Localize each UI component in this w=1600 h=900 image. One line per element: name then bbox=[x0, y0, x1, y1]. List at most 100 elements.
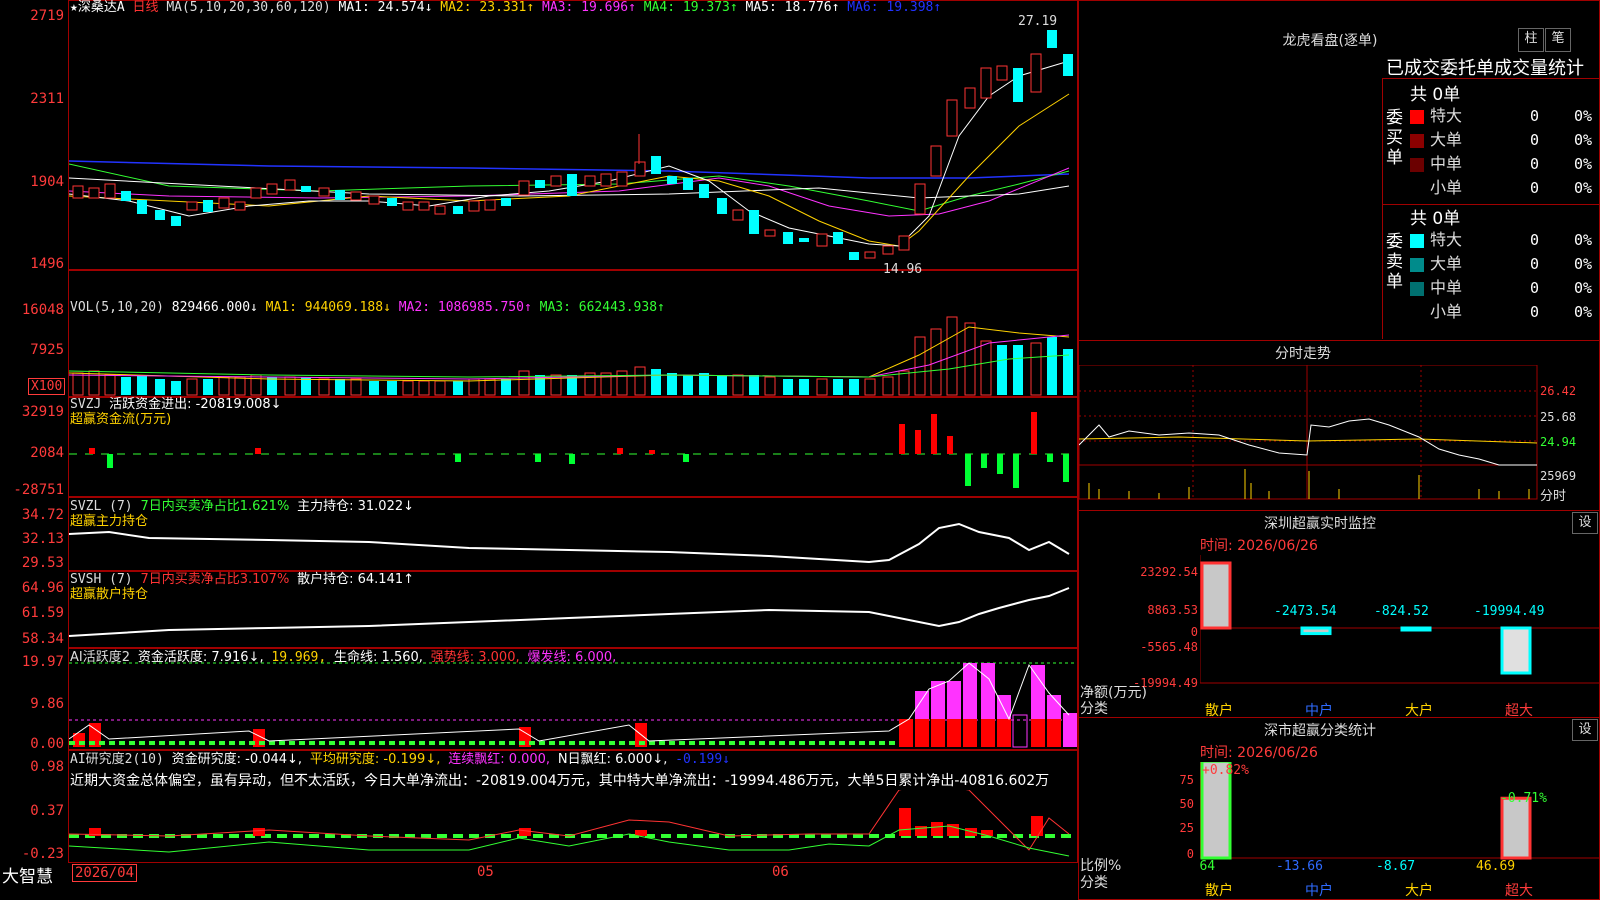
monitor-chart[interactable]: 23292.54 -2473.54 -824.52 -19994.49 bbox=[1200, 555, 1600, 700]
stats-category: 超大 bbox=[1505, 883, 1533, 899]
brand-logo[interactable]: 大智慧 bbox=[2, 862, 53, 887]
buy-s-swatch bbox=[1410, 181, 1424, 196]
price-axis-label: 1496 bbox=[30, 256, 64, 272]
volume-chart[interactable] bbox=[69, 315, 1077, 396]
monitor-time: 时间: 2026/06/26 bbox=[1200, 538, 1318, 554]
monitor-settings-button[interactable]: 设 bbox=[1572, 512, 1598, 534]
buy-pcts: 0% 0% 0% 0% bbox=[1574, 107, 1593, 197]
vol-ma1: MA1: 944069.188↓ bbox=[265, 300, 391, 315]
buy-l-swatch bbox=[1410, 133, 1424, 148]
sell-xl-swatch bbox=[1410, 233, 1424, 248]
bar-value-label: -19994.49 bbox=[1474, 604, 1544, 619]
intraday-volume-bars bbox=[1088, 469, 1530, 499]
research-avg: 平均研究度: -0.199↓, bbox=[309, 752, 441, 767]
ma2-value: MA2: 23.331↑ bbox=[440, 0, 535, 15]
vol-title: VOL(5,10,20) bbox=[70, 300, 164, 315]
stats-chart[interactable]: 75.64 -13.66 -8.67 46.69 bbox=[1200, 762, 1600, 874]
research-red-streak: 连续飘红: 0.000, bbox=[448, 752, 551, 767]
research-extra: -0.199↓ bbox=[675, 752, 730, 767]
stats-axis-label: 0 bbox=[1186, 847, 1194, 861]
ai-axis-label: 19.97 bbox=[21, 654, 64, 670]
svzj-chart[interactable] bbox=[69, 398, 1077, 496]
buy-total: 共 0单 bbox=[1410, 85, 1461, 105]
svzl-chart[interactable] bbox=[69, 498, 1077, 570]
ai-axis-label: 9.86 bbox=[30, 696, 64, 712]
dragon-tiger-title: 龙虎看盘(逐单) bbox=[1282, 33, 1378, 49]
stock-name[interactable]: ★深桑达A bbox=[70, 0, 125, 15]
price-axis-label: 2311 bbox=[30, 91, 64, 107]
intraday-divider bbox=[1078, 340, 1600, 341]
intraday-chart[interactable] bbox=[1079, 365, 1599, 500]
stats-xname: 分类 bbox=[1080, 875, 1108, 891]
sell-row-m[interactable]: 中单 bbox=[1410, 276, 1462, 300]
ai-activity-chart[interactable] bbox=[69, 649, 1077, 749]
price-axis-label: 1904 bbox=[30, 174, 64, 190]
svsh-axis-label: 64.96 bbox=[21, 580, 64, 596]
bar-value-label: -824.52 bbox=[1374, 604, 1429, 619]
bar-超大 bbox=[1500, 626, 1532, 675]
monitor-axis-label: 0 bbox=[1190, 625, 1198, 639]
bar-value-label: -2473.54 bbox=[1274, 604, 1337, 619]
buy-row-s[interactable]: 小单 bbox=[1410, 176, 1462, 200]
stats-category: 中户 bbox=[1305, 883, 1333, 899]
monitor-axis-label: -5565.48 bbox=[1140, 640, 1198, 654]
ma5-value: MA5: 18.776↑ bbox=[745, 0, 840, 15]
vol-unit-label[interactable]: X100 bbox=[28, 378, 66, 395]
stats-top-label: +0.82% bbox=[1202, 763, 1249, 778]
stats-bar-labels: 75.64 -13.66 -8.67 46.69 bbox=[1200, 859, 1515, 874]
research-axis-label: 0.37 bbox=[30, 803, 64, 819]
research-chart[interactable] bbox=[69, 790, 1077, 862]
svzl-line bbox=[69, 522, 1070, 564]
buy-row-m[interactable]: 中单 bbox=[1410, 152, 1462, 176]
sell-row-s[interactable]: 小单 bbox=[1410, 300, 1462, 324]
vol-header: VOL(5,10,20) 829466.000↓ MA1: 944069.188… bbox=[70, 300, 665, 316]
stats-axis-label: 25 bbox=[1179, 821, 1194, 835]
ma-title: MA(5,10,20,30,60,120) bbox=[166, 0, 331, 15]
period-label[interactable]: 日线 bbox=[132, 0, 158, 15]
intraday-axis-label: 25.68 bbox=[1540, 410, 1577, 424]
svzl-axis-label: 29.53 bbox=[21, 555, 64, 571]
bar-超大 bbox=[1500, 796, 1532, 860]
stats-time: 时间: 2026/06/26 bbox=[1200, 745, 1318, 761]
buy-counts: 0 0 0 0 bbox=[1530, 107, 1540, 197]
vol-ma2: MA2: 1086985.750↑ bbox=[398, 300, 532, 315]
research-axis-label: 0.98 bbox=[30, 759, 64, 775]
research-summary: 近期大资金总体偏空，虽有异动，但不太活跃，今日大单净流出：-20819.004万… bbox=[70, 773, 1050, 789]
bar-view-button[interactable]: 柱 bbox=[1518, 28, 1544, 52]
sell-s-swatch bbox=[1410, 305, 1424, 320]
vol-axis-label: 7925 bbox=[30, 342, 64, 358]
bar-中户 bbox=[1300, 626, 1332, 636]
intraday-unit: 分时 bbox=[1540, 489, 1567, 504]
monitor-title: 深圳超赢实时监控 bbox=[1264, 516, 1376, 532]
date-label[interactable]: 2026/04 bbox=[72, 864, 138, 882]
sell-row-l[interactable]: 大单 bbox=[1410, 252, 1462, 276]
intraday-axis-label: 24.94 bbox=[1540, 435, 1577, 449]
monitor-divider bbox=[1078, 510, 1600, 511]
ma3-value: MA3: 19.696↑ bbox=[542, 0, 636, 15]
bar-value-label: -13.66 bbox=[1276, 859, 1323, 874]
ma6-value: MA6: 19.398↑ bbox=[847, 0, 942, 15]
candles bbox=[72, 30, 1073, 260]
bar-value-label: 46.69 bbox=[1476, 859, 1515, 874]
buy-row-xl[interactable]: 特大 bbox=[1410, 104, 1462, 128]
price-pane-header: ★深桑达A 日线 MA(5,10,20,30,60,120) MA1: 24.5… bbox=[70, 0, 941, 16]
intraday-price-line bbox=[1079, 418, 1537, 466]
order-view-button[interactable]: 笔 bbox=[1545, 28, 1571, 52]
svsh-chart[interactable] bbox=[69, 572, 1077, 647]
intraday-axis-label: 25969 bbox=[1540, 469, 1577, 483]
stats-category: 大户 bbox=[1405, 883, 1433, 899]
stats-settings-button[interactable]: 设 bbox=[1572, 719, 1598, 741]
research-title: AI研究度2(10) bbox=[70, 752, 164, 767]
sell-l-swatch bbox=[1410, 257, 1424, 272]
price-chart[interactable] bbox=[69, 16, 1077, 270]
sell-row-xl[interactable]: 特大 bbox=[1410, 228, 1462, 252]
buy-xl-swatch bbox=[1410, 109, 1424, 124]
sell-side-label: 委卖单 bbox=[1386, 232, 1403, 292]
sell-pcts: 0% 0% 0% 0% bbox=[1574, 231, 1593, 321]
stats-category: 散户 bbox=[1205, 883, 1233, 899]
stats-divider bbox=[1078, 717, 1600, 718]
bar-value-label: 75.64 bbox=[1200, 859, 1215, 874]
buy-row-l[interactable]: 大单 bbox=[1410, 128, 1462, 152]
bar-value-label: 23292.54 bbox=[1200, 555, 1241, 557]
ai-axis-label: 0.00 bbox=[30, 736, 64, 752]
